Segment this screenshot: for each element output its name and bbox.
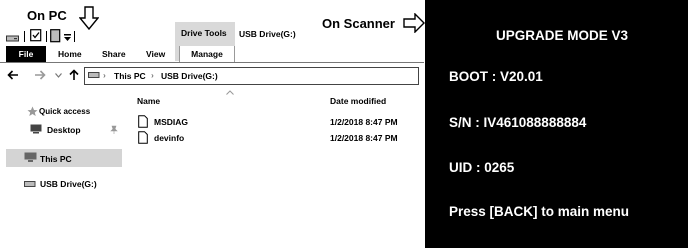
toolbar-separator xyxy=(46,31,47,42)
breadcrumb-this-pc[interactable]: This PC xyxy=(114,71,146,81)
drive-icon xyxy=(88,72,100,78)
scanner-uid: UID : 0265 xyxy=(449,160,515,175)
drive-icon[interactable] xyxy=(6,33,20,43)
scanner-serial-number: S/N : IV461088888884 xyxy=(449,115,587,130)
scanner-boot-version: BOOT : V20.01 xyxy=(449,69,543,84)
tab-manage[interactable]: Manage xyxy=(179,46,235,62)
file-icon xyxy=(138,131,148,144)
down-arrow-icon xyxy=(79,6,99,30)
drive-tools-label: Drive Tools xyxy=(181,28,227,38)
customize-toolbar-icon[interactable] xyxy=(64,34,72,42)
scanner-back-hint: Press [BACK] to main menu xyxy=(449,204,630,219)
tab-file[interactable]: File xyxy=(6,46,46,62)
computer-icon xyxy=(24,152,37,162)
toolbar-separator xyxy=(74,31,75,42)
ribbon-divider xyxy=(0,62,424,63)
recent-locations-icon[interactable] xyxy=(55,73,62,78)
back-arrow-icon[interactable] xyxy=(7,70,19,80)
toolbar-separator xyxy=(24,31,25,42)
breadcrumb-chevron: › xyxy=(103,70,106,80)
on-pc-callout: On PC xyxy=(27,8,67,23)
tab-share[interactable]: Share xyxy=(102,46,126,62)
scanner-title: UPGRADE MODE V3 xyxy=(496,28,629,43)
desktop-icon xyxy=(30,124,42,134)
file-date: 1/2/2018 8:47 PM xyxy=(330,117,398,127)
properties-icon[interactable] xyxy=(30,29,42,42)
right-arrow-icon xyxy=(403,13,425,33)
tab-view[interactable]: View xyxy=(146,46,165,62)
on-scanner-callout: On Scanner xyxy=(322,16,395,31)
tab-home[interactable]: Home xyxy=(58,46,82,62)
forward-arrow-icon[interactable] xyxy=(34,70,46,80)
column-header-date-modified[interactable]: Date modified xyxy=(330,96,386,106)
usb-drive-icon xyxy=(24,181,36,187)
nav-usb-drive[interactable]: USB Drive(G:) xyxy=(40,179,97,189)
pin-icon xyxy=(110,125,118,134)
scanner-screen: UPGRADE MODE V3 BOOT : V20.01 S/N : IV46… xyxy=(425,0,688,248)
new-folder-icon[interactable] xyxy=(50,29,62,43)
up-arrow-icon[interactable] xyxy=(69,69,79,81)
file-icon xyxy=(138,115,148,128)
nav-this-pc[interactable]: This PC xyxy=(40,154,72,164)
nav-desktop[interactable]: Desktop xyxy=(47,125,81,135)
window-title: USB Drive(G:) xyxy=(239,29,296,39)
sort-up-icon xyxy=(226,90,234,95)
nav-quick-access[interactable]: Quick access xyxy=(39,107,90,116)
file-name[interactable]: devinfo xyxy=(154,133,184,143)
breadcrumb-chevron: › xyxy=(151,70,154,80)
star-icon xyxy=(27,106,38,116)
column-header-name[interactable]: Name xyxy=(137,96,160,106)
breadcrumb-usb-drive[interactable]: USB Drive(G:) xyxy=(161,71,218,81)
file-name[interactable]: MSDIAG xyxy=(154,117,188,127)
file-date: 1/2/2018 8:47 PM xyxy=(330,133,398,143)
